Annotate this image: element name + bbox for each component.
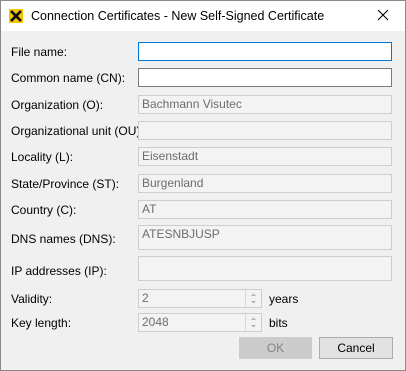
title-bar[interactable]: Connection Certificates - New Self-Signe… bbox=[1, 1, 405, 31]
dns-names-field: ATESNBJUSP bbox=[138, 225, 392, 250]
validity-unit: years bbox=[269, 292, 299, 306]
common-name-input[interactable] bbox=[138, 68, 392, 87]
window-title: Connection Certificates - New Self-Signe… bbox=[31, 9, 325, 23]
file-name-label: File name: bbox=[11, 45, 68, 59]
key-length-spinbox: 2048 bbox=[138, 313, 262, 332]
cancel-button[interactable]: Cancel bbox=[319, 337, 393, 359]
ok-button[interactable]: OK bbox=[239, 337, 312, 359]
close-icon bbox=[377, 9, 389, 24]
organization-field: Bachmann Visutec bbox=[138, 95, 392, 114]
organization-label: Organization (O): bbox=[11, 98, 104, 112]
locality-label: Locality (L): bbox=[11, 150, 74, 164]
ip-addresses-field bbox=[138, 256, 392, 281]
close-button[interactable] bbox=[360, 1, 405, 31]
file-name-input[interactable] bbox=[138, 42, 392, 61]
validity-value: 2 bbox=[142, 291, 149, 305]
country-label: Country (C): bbox=[11, 203, 77, 217]
validity-label: Validity: bbox=[11, 292, 53, 306]
organizational-unit-label: Organizational unit (OU): bbox=[11, 124, 144, 138]
validity-spin-arrows bbox=[245, 290, 261, 307]
ip-addresses-label: IP addresses (IP): bbox=[11, 264, 107, 278]
key-length-label: Key length: bbox=[11, 316, 72, 330]
country-field: AT bbox=[138, 200, 392, 219]
dns-names-label: DNS names (DNS): bbox=[11, 232, 116, 246]
state-province-field: Burgenland bbox=[138, 174, 392, 193]
validity-spinbox: 2 bbox=[138, 289, 262, 308]
state-province-label: State/Province (ST): bbox=[11, 177, 120, 191]
key-length-spin-arrows bbox=[245, 314, 261, 331]
locality-field: Eisenstadt bbox=[138, 147, 392, 166]
key-length-value: 2048 bbox=[142, 315, 169, 329]
bachmann-x-icon bbox=[9, 9, 23, 23]
common-name-label: Common name (CN): bbox=[11, 71, 126, 85]
key-length-unit: bits bbox=[269, 316, 288, 330]
organizational-unit-field bbox=[138, 121, 392, 140]
